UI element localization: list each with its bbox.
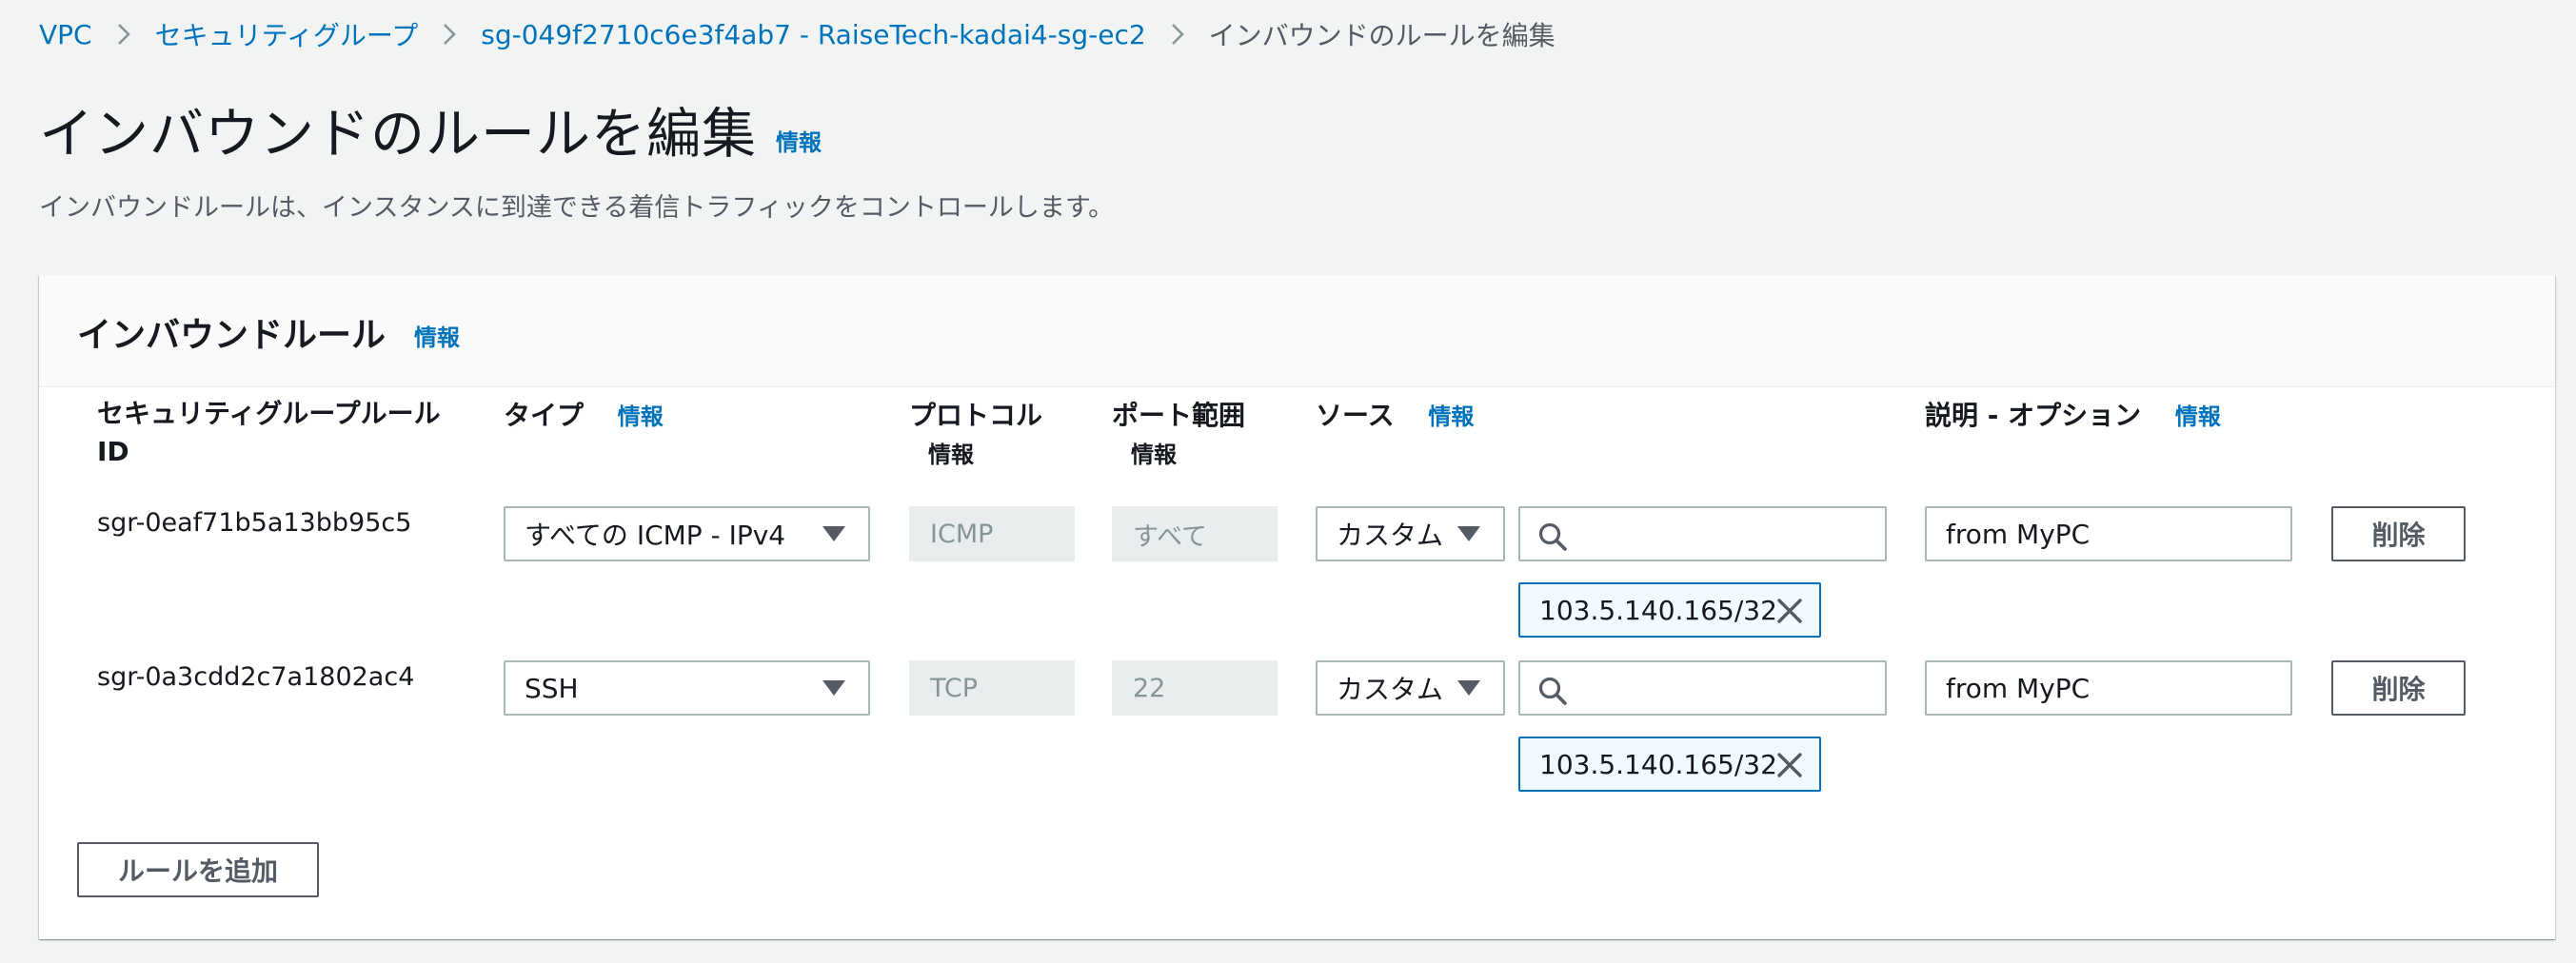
- source-token-label: 103.5.140.165/32: [1539, 748, 1777, 780]
- type-select[interactable]: すべての ICMP - IPv4: [504, 506, 870, 561]
- type-select-value: SSH: [525, 672, 579, 704]
- type-info-link[interactable]: 情報: [618, 403, 664, 430]
- caret-down-icon: [1457, 526, 1480, 541]
- delete-rule-button[interactable]: 削除: [2331, 660, 2466, 716]
- port-range-field: 22: [1112, 660, 1278, 716]
- column-header-rule-id: セキュリティグループルール ID: [97, 398, 441, 467]
- page-header: インバウンドのルールを編集 情報: [39, 91, 822, 167]
- description-input[interactable]: from MyPC: [1925, 660, 2292, 716]
- protocol-field: ICMP: [909, 506, 1075, 561]
- source-token-label: 103.5.140.165/32: [1539, 594, 1777, 626]
- panel-info-link[interactable]: 情報: [414, 319, 460, 352]
- column-header-type: タイプ 情報: [504, 397, 664, 436]
- caret-down-icon: [822, 526, 845, 541]
- breadcrumb: VPC セキュリティグループ sg-049f2710c6e3f4ab7 - Ra…: [39, 15, 1556, 53]
- close-icon[interactable]: [1775, 751, 1804, 779]
- page-title: インバウンドのルールを編集: [39, 103, 757, 166]
- breadcrumb-security-group-link[interactable]: sg-049f2710c6e3f4ab7 - RaiseTech-kadai4-…: [481, 19, 1145, 50]
- inbound-rules-panel: インバウンドルール 情報: [39, 275, 2555, 939]
- port-range-info-link[interactable]: 情報: [1131, 436, 1177, 474]
- delete-rule-button[interactable]: 削除: [2331, 506, 2466, 561]
- source-token: 103.5.140.165/32: [1518, 737, 1821, 792]
- search-icon: [1538, 677, 1567, 705]
- description-input[interactable]: from MyPC: [1925, 506, 2292, 561]
- source-token: 103.5.140.165/32: [1518, 582, 1821, 638]
- description-info-link[interactable]: 情報: [2175, 403, 2221, 430]
- chevron-right-icon: [117, 23, 130, 46]
- page-root: VPC セキュリティグループ sg-049f2710c6e3f4ab7 - Ra…: [0, 0, 2576, 963]
- source-info-link[interactable]: 情報: [1428, 403, 1474, 430]
- page-description: インバウンドルールは、インスタンスに到達できる着信トラフィックをコントロールしま…: [39, 193, 1115, 223]
- source-search-input[interactable]: [1518, 660, 1887, 716]
- search-icon: [1538, 522, 1567, 551]
- source-type-select[interactable]: カスタム: [1316, 506, 1505, 561]
- page-info-link[interactable]: 情報: [776, 124, 822, 157]
- column-header-source: ソース 情報: [1316, 397, 1474, 436]
- chevron-right-icon: [443, 23, 457, 46]
- protocol-info-link[interactable]: 情報: [928, 436, 974, 474]
- rule-id: sgr-0eaf71b5a13bb95c5: [97, 508, 412, 538]
- source-type-select[interactable]: カスタム: [1316, 660, 1505, 716]
- rule-id: sgr-0a3cdd2c7a1802ac4: [97, 662, 415, 692]
- close-icon[interactable]: [1775, 597, 1804, 625]
- column-header-port-range: ポート範囲: [1112, 400, 1246, 431]
- breadcrumb-security-groups-link[interactable]: セキュリティグループ: [155, 15, 419, 53]
- source-search-input[interactable]: [1518, 506, 1887, 561]
- source-type-value: カスタム: [1337, 674, 1444, 705]
- panel-title: インバウンドルール: [77, 316, 386, 355]
- type-select[interactable]: SSH: [504, 660, 870, 716]
- column-header-protocol: プロトコル: [909, 400, 1043, 431]
- port-range-field: すべて: [1112, 506, 1278, 561]
- panel-title-row: インバウンドルール 情報: [77, 309, 460, 355]
- type-select-value: すべての ICMP - IPv4: [525, 520, 786, 551]
- column-header-description: 説明 - オプション 情報: [1925, 397, 2221, 436]
- breadcrumb-vpc-link[interactable]: VPC: [39, 19, 92, 50]
- protocol-field: TCP: [909, 660, 1075, 716]
- caret-down-icon: [822, 680, 845, 696]
- caret-down-icon: [1457, 680, 1480, 696]
- column-header-source-label: ソース: [1316, 400, 1395, 431]
- breadcrumb-current: インバウンドのルールを編集: [1208, 20, 1556, 51]
- chevron-right-icon: [1171, 23, 1184, 46]
- add-rule-button[interactable]: ルールを追加: [77, 842, 319, 897]
- source-type-value: カスタム: [1337, 520, 1444, 551]
- panel-header: インバウンドルール 情報: [39, 275, 2555, 387]
- column-header-description-label: 説明 - オプション: [1925, 400, 2142, 431]
- column-header-type-label: タイプ: [504, 400, 585, 431]
